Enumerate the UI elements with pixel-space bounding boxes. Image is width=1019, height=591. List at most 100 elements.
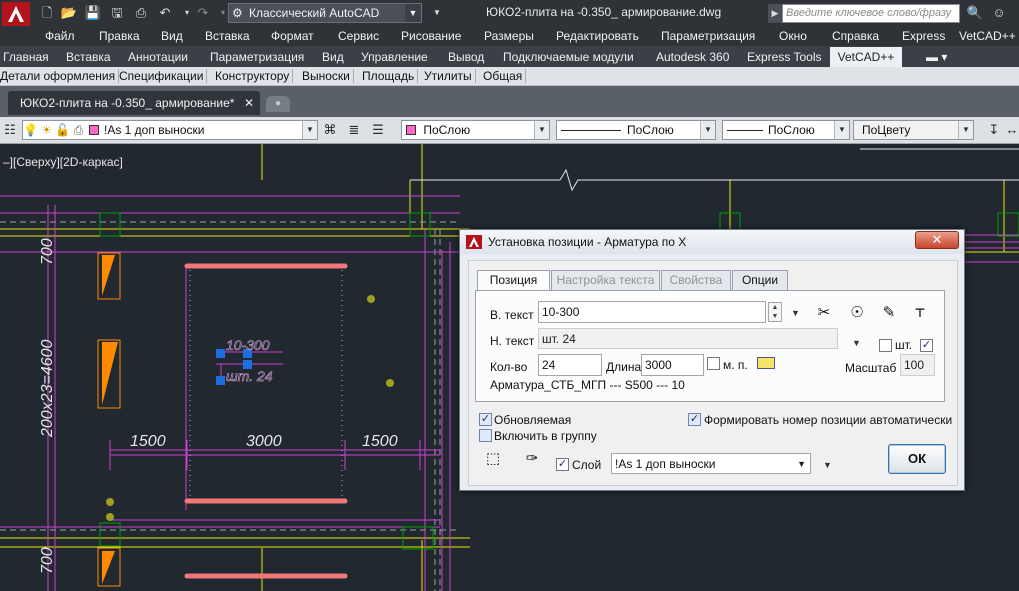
panel-tab-general[interactable]: Общая bbox=[480, 69, 527, 83]
menu-file[interactable]: Файл bbox=[45, 29, 75, 43]
lineweight-select[interactable]: ПоСлою ▼ bbox=[722, 120, 850, 140]
ribbon-tab-annotate[interactable]: Аннотации bbox=[128, 50, 188, 64]
ribbon-tab-home[interactable]: Главная bbox=[3, 50, 49, 64]
pick-object-icon[interactable]: ☉ bbox=[845, 301, 869, 325]
layer-checkbox[interactable]: ✓ bbox=[556, 458, 569, 471]
layer-match-icon[interactable]: ≣ bbox=[346, 122, 362, 138]
layer-dropdown[interactable]: !As 1 доп выноски ▼ bbox=[611, 453, 811, 474]
panel-tab-designer[interactable]: Конструктору bbox=[212, 69, 294, 83]
ribbon-tab-insert[interactable]: Вставка bbox=[66, 50, 111, 64]
n-text-input[interactable]: шт. 24 bbox=[538, 328, 838, 349]
ribbon-tab-output[interactable]: Вывод bbox=[448, 50, 484, 64]
layer-select[interactable]: 💡 ☀ 🔓 ⎙ !As 1 доп выноски ▼ bbox=[22, 120, 318, 140]
mp-checkbox[interactable] bbox=[707, 357, 720, 370]
menu-modify[interactable]: Редактировать bbox=[556, 29, 639, 43]
sht-checkbox[interactable] bbox=[879, 339, 892, 352]
v-text-input[interactable]: 10-300 bbox=[538, 301, 766, 323]
undo-icon[interactable]: ↶ bbox=[156, 4, 174, 22]
menu-edit[interactable]: Правка bbox=[99, 29, 140, 43]
auto-number-checkbox[interactable]: ✓ bbox=[688, 413, 701, 426]
dialog-close-button[interactable]: ✕ bbox=[915, 231, 959, 249]
panel-tab-utilities[interactable]: Утилиты bbox=[421, 69, 476, 83]
sht-option-checkbox[interactable]: ✓ bbox=[920, 339, 933, 352]
ribbon-tab-manage[interactable]: Управление bbox=[361, 50, 428, 64]
menu-tools[interactable]: Сервис bbox=[338, 29, 379, 43]
autocad-logo-icon[interactable] bbox=[2, 2, 30, 26]
scale-input[interactable]: 100 bbox=[900, 354, 935, 376]
tab-position[interactable]: Позиция bbox=[477, 270, 550, 291]
menu-express[interactable]: Express bbox=[902, 29, 945, 43]
dim-style-icon[interactable]: ↔ bbox=[1004, 122, 1019, 138]
close-icon[interactable]: ✕ bbox=[244, 91, 254, 115]
layer-value: !As 1 доп выноски bbox=[104, 123, 205, 137]
ribbon-tab-autodesk360[interactable]: Autodesk 360 bbox=[656, 50, 729, 64]
select-objects-icon[interactable]: ⬚ bbox=[481, 447, 505, 471]
search-expand-icon[interactable]: ▶ bbox=[768, 4, 782, 23]
redo-icon[interactable]: ↷ bbox=[194, 4, 212, 22]
position-tag-top: 10-300 bbox=[226, 337, 270, 353]
chevron-down-icon: ▼ bbox=[797, 459, 806, 469]
length-input[interactable]: 3000 bbox=[641, 354, 704, 376]
linetype-select[interactable]: ПоСлою ▼ bbox=[556, 120, 716, 140]
search-input[interactable]: Введите ключевое слово/фразу bbox=[782, 4, 960, 23]
tab-properties[interactable]: Свойства bbox=[661, 270, 731, 290]
qat-menu-icon[interactable]: ▼ bbox=[428, 4, 446, 22]
title-bar: 🗋 📂 💾 🖫 ⎙ ↶ ▾ ↷ ▾ ⚙ Классический AutoCAD… bbox=[0, 0, 1019, 26]
tab-text-settings[interactable]: Настройка текста bbox=[551, 270, 660, 290]
ribbon-tab-plugins[interactable]: Подключаемые модули bbox=[503, 50, 634, 64]
open-folder-icon[interactable]: 📂 bbox=[60, 4, 78, 22]
qty-input[interactable]: 24 bbox=[538, 354, 602, 376]
save-icon[interactable]: 💾 bbox=[84, 4, 102, 22]
panel-tab-details[interactable]: Детали оформления bbox=[0, 69, 120, 83]
ribbon-tab-parametric[interactable]: Параметризация bbox=[210, 50, 304, 64]
menu-dimension[interactable]: Размеры bbox=[484, 29, 534, 43]
menu-parametric[interactable]: Параметризация bbox=[661, 29, 755, 43]
panel-tab-leaders[interactable]: Выноски bbox=[299, 69, 354, 83]
menu-draw[interactable]: Рисование bbox=[401, 29, 461, 43]
menu-view[interactable]: Вид bbox=[161, 29, 183, 43]
layer-properties-icon[interactable]: ☷ bbox=[2, 122, 18, 138]
save-as-icon[interactable]: 🖫 bbox=[108, 4, 126, 22]
panel-tab-specifications[interactable]: Спецификации bbox=[116, 69, 208, 83]
tab-options[interactable]: Опции bbox=[732, 270, 788, 290]
properties-toolbar: ☷ 💡 ☀ 🔓 ⎙ !As 1 доп выноски ▼ ⌘ ≣ ☰ ПоСл… bbox=[0, 117, 1019, 144]
text-style-icon[interactable]: ↧ bbox=[986, 122, 1002, 138]
workspace-select[interactable]: ⚙ Классический AutoCAD ▼ bbox=[228, 3, 422, 23]
updatable-label: Обновляемая bbox=[494, 413, 572, 427]
group-label: Включить в группу bbox=[494, 429, 597, 443]
ribbon-minimize-icon[interactable]: ▬ ▾ bbox=[926, 50, 947, 64]
print-icon[interactable]: ⎙ bbox=[132, 4, 150, 22]
edit-mark-icon[interactable]: ✎ bbox=[877, 301, 901, 325]
user-account-icon[interactable]: ☺ bbox=[990, 4, 1008, 22]
pick-point-icon[interactable]: ✑ bbox=[520, 447, 544, 471]
menu-insert[interactable]: Вставка bbox=[205, 29, 250, 43]
new-tab-button[interactable]: ● bbox=[266, 96, 290, 112]
layer-expand-icon[interactable]: ▼ bbox=[823, 460, 832, 470]
updatable-checkbox[interactable]: ✓ bbox=[479, 413, 492, 426]
viewport-controls-label[interactable]: –][Сверху][2D-каркас] bbox=[3, 155, 123, 169]
layer-previous-icon[interactable]: ☰ bbox=[370, 122, 386, 138]
plotstyle-select[interactable]: ПоЦвету ▼ bbox=[853, 120, 974, 140]
menu-vetcad[interactable]: VetCAD++ bbox=[959, 29, 1016, 43]
format-tag-icon[interactable]: ⊤ bbox=[908, 301, 932, 325]
make-current-layer-icon[interactable]: ⌘ bbox=[322, 122, 338, 138]
v-text-dropdown-icon[interactable]: ▼ bbox=[791, 308, 800, 318]
v-text-spinner[interactable]: ▲ ▼ bbox=[768, 302, 782, 322]
menu-window[interactable]: Окно bbox=[779, 29, 807, 43]
ok-button[interactable]: ОК bbox=[888, 444, 946, 474]
file-tab[interactable]: ЮКО2-плита на -0.350_ армирование* ✕ bbox=[8, 91, 260, 115]
menu-help[interactable]: Справка bbox=[832, 29, 879, 43]
n-text-dropdown-icon[interactable]: ▼ bbox=[852, 338, 861, 348]
binoculars-icon[interactable]: 🔍 bbox=[966, 4, 984, 22]
length-label: Длина bbox=[606, 360, 642, 374]
ruler-measure-icon[interactable] bbox=[757, 357, 775, 369]
ribbon-tab-express-tools[interactable]: Express Tools bbox=[747, 50, 821, 64]
panel-tab-area[interactable]: Площадь bbox=[359, 69, 419, 83]
group-checkbox[interactable] bbox=[479, 429, 492, 442]
scissors-icon[interactable]: ✂ bbox=[812, 301, 836, 325]
color-select[interactable]: ПоСлою ▼ bbox=[401, 120, 550, 140]
new-file-icon[interactable]: 🗋 bbox=[38, 4, 56, 22]
ribbon-tab-vetcad[interactable]: VetCAD++ bbox=[830, 47, 902, 67]
menu-format[interactable]: Формат bbox=[271, 29, 314, 43]
ribbon-tab-view[interactable]: Вид bbox=[322, 50, 344, 64]
